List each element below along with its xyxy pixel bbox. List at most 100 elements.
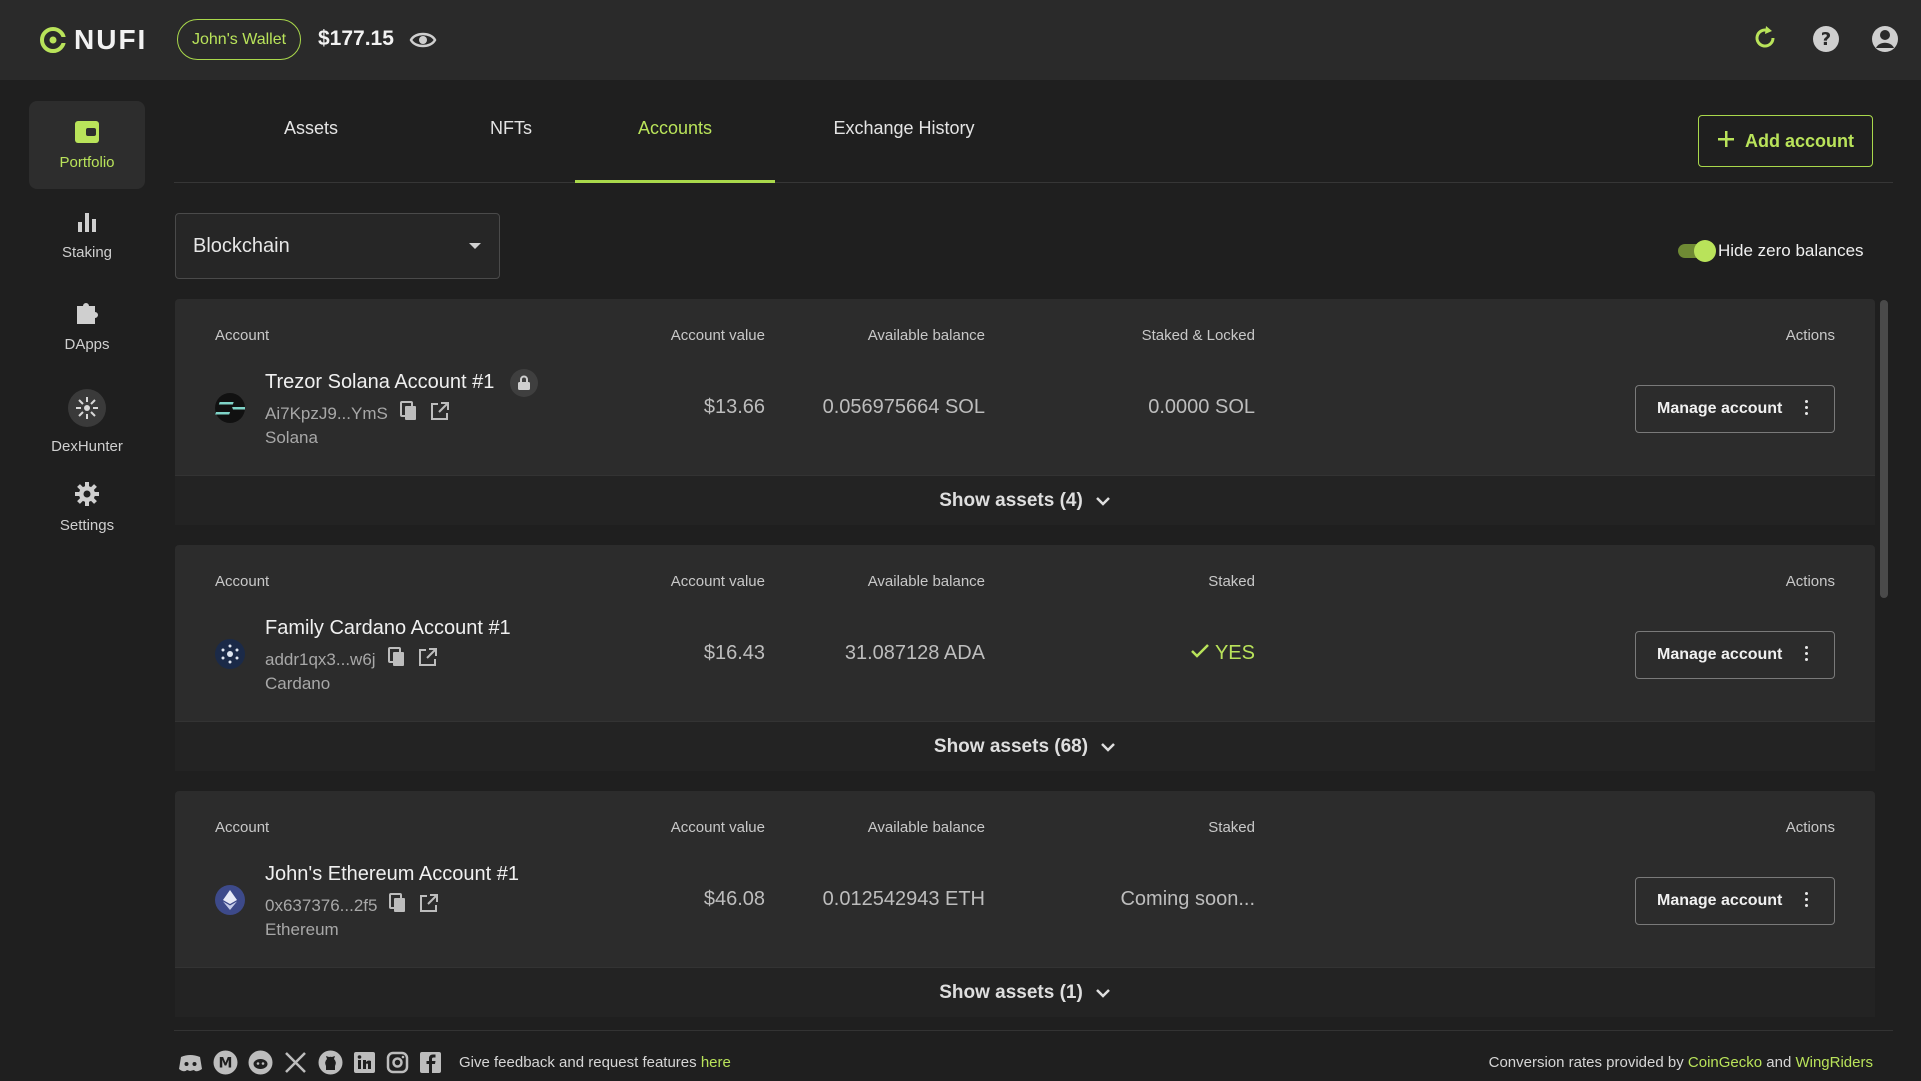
instagram-icon[interactable] <box>386 1051 409 1079</box>
x-icon[interactable] <box>283 1050 308 1080</box>
tab-assets[interactable]: Assets <box>246 118 376 139</box>
show-assets-button[interactable]: Show assets (1) <box>175 967 1875 1017</box>
toggle-switch[interactable] <box>1678 240 1716 262</box>
chevron-down-icon <box>1095 982 1111 1004</box>
footer: M Give feedback and request features her… <box>174 1030 1893 1081</box>
feedback-text: Give feedback and request features here <box>459 1054 731 1071</box>
medium-icon[interactable]: M <box>213 1050 238 1080</box>
external-link-icon[interactable] <box>419 893 439 918</box>
reddit-icon[interactable] <box>248 1050 273 1080</box>
bar-chart-icon <box>75 210 99 238</box>
col-header-account: Account <box>215 573 270 590</box>
available-balance: 0.012542943 ETH <box>822 888 985 910</box>
more-vert-icon <box>1805 646 1808 661</box>
col-header-actions: Actions <box>1785 573 1835 590</box>
nufi-logo[interactable]: NUFI <box>38 24 147 56</box>
github-icon[interactable] <box>318 1050 343 1080</box>
account-address-row: 0x637376...2f5 <box>265 893 439 918</box>
col-header-account: Account <box>215 327 270 344</box>
col-header-staked: Staked & Locked <box>1141 327 1255 344</box>
sidebar: Portfolio Staking DApps DexHunter Settin… <box>0 80 174 1081</box>
col-header-actions: Actions <box>1785 819 1835 836</box>
hide-zero-balances-toggle[interactable]: Hide zero balances <box>1678 240 1864 262</box>
sidebar-item-dapps[interactable]: DApps <box>29 281 145 369</box>
dexhunter-icon <box>67 388 107 432</box>
show-assets-label: Show assets (68) <box>933 735 1089 757</box>
account-chain: Ethereum <box>265 920 339 939</box>
user-icon[interactable] <box>1870 24 1900 59</box>
main-content: Assets NFTs Accounts Exchange History Ad… <box>174 80 1921 1081</box>
show-assets-button[interactable]: Show assets (4) <box>175 475 1875 525</box>
eye-icon[interactable] <box>409 28 437 57</box>
staked-amount: 0.0000 SOL <box>1148 396 1255 418</box>
manage-account-button[interactable]: Manage account <box>1635 631 1835 679</box>
sidebar-item-dexhunter[interactable]: DexHunter <box>29 373 145 469</box>
tab-accounts[interactable]: Accounts <box>575 118 775 139</box>
copy-icon[interactable] <box>389 893 407 918</box>
copy-icon[interactable] <box>399 401 418 426</box>
tab-nfts[interactable]: NFTs <box>446 118 576 139</box>
lock-icon <box>510 369 538 397</box>
help-icon[interactable]: ? <box>1811 24 1841 59</box>
account-address: Ai7KpzJ9...YmS <box>265 403 388 423</box>
show-assets-button[interactable]: Show assets (68) <box>175 721 1875 771</box>
gear-icon <box>74 481 100 511</box>
refresh-icon[interactable] <box>1751 24 1779 57</box>
sidebar-item-portfolio[interactable]: Portfolio <box>29 101 145 189</box>
wingriders-link[interactable]: WingRiders <box>1795 1054 1873 1071</box>
blockchain-filter-select[interactable]: Blockchain <box>175 213 500 279</box>
account-chain: Solana <box>265 428 318 447</box>
sidebar-item-staking[interactable]: Staking <box>29 191 145 279</box>
scrollbar-thumb[interactable] <box>1880 300 1888 598</box>
more-vert-icon <box>1805 892 1808 907</box>
account-address: 0x637376...2f5 <box>265 895 378 915</box>
external-link-icon[interactable] <box>418 647 438 672</box>
conv-and: and <box>1766 1054 1792 1071</box>
col-header-staked: Staked <box>1208 819 1255 836</box>
col-header-available: Available balance <box>867 327 985 344</box>
svg-text:?: ? <box>1821 29 1831 50</box>
account-address-row: Ai7KpzJ9...YmS <box>265 401 450 426</box>
available-balance: 0.056975664 SOL <box>822 396 985 418</box>
linkedin-icon[interactable] <box>353 1051 376 1079</box>
add-account-button[interactable]: Add account <box>1698 115 1873 167</box>
wallet-selector[interactable]: John's Wallet <box>177 19 302 60</box>
coingecko-link[interactable]: CoinGecko <box>1688 1054 1762 1071</box>
account-card-ethereum: Account Account value Available balance … <box>175 791 1875 1017</box>
tab-exchange-history[interactable]: Exchange History <box>794 118 1014 139</box>
show-assets-label: Show assets (1) <box>939 981 1083 1003</box>
col-header-value: Account value <box>670 327 765 344</box>
account-value: $46.08 <box>703 888 765 910</box>
facebook-icon[interactable] <box>419 1051 442 1079</box>
sidebar-item-label: Staking <box>61 243 113 261</box>
plus-icon <box>1717 130 1735 153</box>
active-tab-indicator <box>575 180 775 183</box>
wallet-icon <box>74 120 100 148</box>
nufi-logo-icon <box>40 27 66 53</box>
account-card-solana: Account Account value Available balance … <box>175 299 1875 525</box>
sidebar-item-settings[interactable]: Settings <box>29 463 145 551</box>
cardano-icon <box>215 639 245 669</box>
col-header-staked: Staked <box>1208 573 1255 590</box>
caret-down-icon <box>469 243 481 249</box>
sidebar-item-label: DexHunter <box>51 437 123 455</box>
copy-icon[interactable] <box>387 647 406 672</box>
chevron-down-icon <box>1095 490 1111 512</box>
manage-account-button[interactable]: Manage account <box>1635 385 1835 433</box>
conv-prefix: Conversion rates provided by <box>1488 1054 1684 1071</box>
feedback-link[interactable]: here <box>701 1054 731 1071</box>
puzzle-icon <box>73 298 101 330</box>
external-link-icon[interactable] <box>430 401 450 426</box>
col-header-value: Account value <box>670 819 765 836</box>
manage-account-button[interactable]: Manage account <box>1635 877 1835 925</box>
discord-icon[interactable] <box>178 1053 203 1078</box>
svg-text:M: M <box>219 1056 233 1072</box>
sidebar-item-label: Settings <box>59 516 115 534</box>
top-bar: NUFI John's Wallet $177.15 ? <box>0 0 1921 80</box>
add-account-label: Add account <box>1744 130 1854 151</box>
conversion-rates-credit: Conversion rates provided by CoinGecko a… <box>1489 1054 1873 1071</box>
account-value: $16.43 <box>703 642 765 664</box>
staked-coming-soon: Coming soon... <box>1120 888 1255 910</box>
solana-icon <box>215 393 248 423</box>
col-header-available: Available balance <box>867 819 985 836</box>
